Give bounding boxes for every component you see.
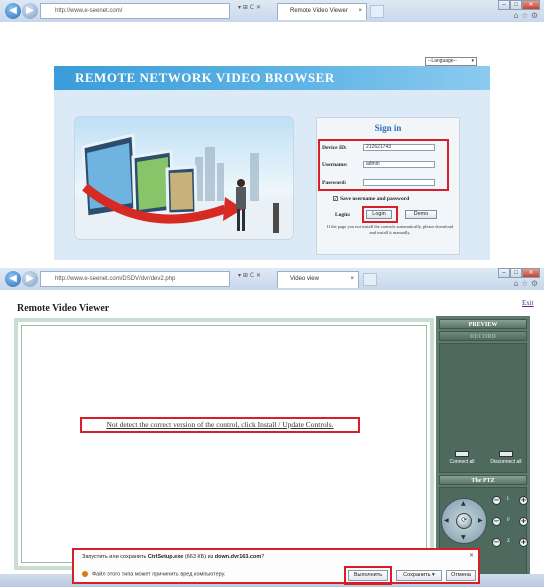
signin-title: Sign in bbox=[374, 123, 402, 133]
video-frame bbox=[21, 325, 427, 563]
tab-video-view[interactable]: Video view × bbox=[277, 271, 359, 288]
credentials-highlight bbox=[318, 139, 449, 191]
demo-button[interactable]: Demo bbox=[405, 210, 437, 219]
tab-close-icon[interactable]: × bbox=[358, 4, 362, 19]
banner-title: REMOTE NETWORK VIDEO BROWSER bbox=[54, 66, 490, 90]
run-highlight bbox=[344, 566, 392, 585]
minimize-button[interactable]: – bbox=[498, 268, 510, 278]
exit-link[interactable]: Exit bbox=[522, 299, 534, 307]
disconnect-all-button[interactable]: Disconnect all bbox=[488, 451, 524, 465]
back-icon[interactable]: ◀ bbox=[5, 271, 21, 287]
new-tab-button[interactable] bbox=[363, 273, 377, 286]
login-label: Login: bbox=[335, 212, 351, 218]
browser-toolbar: ◀ ▶ http://www.e-seenet.com/DSDV/dvr/dev… bbox=[0, 268, 544, 290]
save-credentials-checkbox[interactable]: ✓ bbox=[333, 196, 338, 202]
disconnect-icon bbox=[499, 451, 513, 457]
zoom-plus-icon[interactable]: + bbox=[519, 538, 528, 547]
ptz-right-icon[interactable]: ▶ bbox=[478, 517, 483, 524]
new-tab-button[interactable] bbox=[370, 5, 384, 18]
browser-window-signin: ◀ ▶ http://www.e-seenet.com/ ▾ ⊞ C ✕ Rem… bbox=[0, 0, 544, 268]
save-button[interactable]: Сохранить ▾ bbox=[396, 570, 442, 581]
minimize-button[interactable]: – bbox=[498, 0, 510, 10]
warning-shield-icon bbox=[82, 571, 88, 577]
install-note: If the page you not install the controls… bbox=[326, 224, 454, 235]
address-bar[interactable]: http://www.e-seenet.com/DSDV/dvr/dev2.ph… bbox=[40, 271, 230, 287]
download-question: Запустить или сохранить CtrlSetup.exe (6… bbox=[82, 554, 265, 560]
connect-all-button[interactable]: Connect all bbox=[444, 451, 480, 465]
back-icon[interactable]: ◀ bbox=[5, 3, 21, 19]
address-controls[interactable]: ▾ ⊞ C ✕ bbox=[238, 4, 261, 11]
ptz-up-icon[interactable]: ▲ bbox=[461, 500, 466, 507]
maximize-button[interactable]: □ bbox=[510, 268, 522, 278]
video-viewer-area[interactable] bbox=[14, 318, 434, 570]
page-title: Remote Video Viewer bbox=[17, 303, 110, 314]
home-star-gear-icons[interactable]: ⌂ ☆ ⚙ bbox=[513, 11, 538, 20]
focus-label: F bbox=[507, 518, 510, 523]
iris-plus-icon[interactable]: + bbox=[519, 496, 528, 505]
download-warning: Файл этого типа может причинить вред ком… bbox=[82, 571, 225, 577]
address-bar[interactable]: http://www.e-seenet.com/ bbox=[40, 3, 230, 19]
address-controls[interactable]: ▾ ⊞ C ✕ bbox=[238, 272, 261, 279]
language-select[interactable]: --Language-- ▾ bbox=[425, 57, 477, 66]
ptz-down-icon[interactable]: ▼ bbox=[461, 534, 466, 541]
forward-icon[interactable]: ▶ bbox=[22, 3, 38, 19]
forward-icon[interactable]: ▶ bbox=[22, 271, 38, 287]
close-window-button[interactable]: ✕ bbox=[522, 0, 540, 10]
zoom-label: Z bbox=[507, 539, 511, 544]
cancel-button[interactable]: Отмена bbox=[446, 570, 476, 581]
iris-minus-icon[interactable]: − bbox=[492, 496, 501, 505]
install-controls-link[interactable]: Not detect the correct version of the co… bbox=[80, 417, 360, 433]
ptz-center-icon[interactable]: ⟳ bbox=[456, 513, 472, 529]
maximize-button[interactable]: □ bbox=[510, 0, 522, 10]
zoom-minus-icon[interactable]: − bbox=[492, 538, 501, 547]
focus-minus-icon[interactable]: − bbox=[492, 517, 501, 526]
tab-close-icon[interactable]: × bbox=[350, 272, 354, 287]
connect-icon bbox=[455, 451, 469, 457]
browser-toolbar: ◀ ▶ http://www.e-seenet.com/ ▾ ⊞ C ✕ Rem… bbox=[0, 0, 544, 22]
preview-tab[interactable]: PREVIEW bbox=[439, 319, 527, 329]
ptz-header: The PTZ bbox=[439, 475, 527, 485]
tab-remote-video-viewer[interactable]: Remote Video Viewer × bbox=[277, 3, 367, 20]
login-highlight bbox=[362, 206, 398, 223]
hero-illustration bbox=[74, 116, 294, 240]
ptz-left-icon[interactable]: ◀ bbox=[444, 517, 449, 524]
close-window-button[interactable]: ✕ bbox=[522, 268, 540, 278]
focus-plus-icon[interactable]: + bbox=[519, 517, 528, 526]
home-star-gear-icons[interactable]: ⌂ ☆ ⚙ bbox=[513, 279, 538, 288]
iris-label: I bbox=[507, 497, 509, 502]
save-credentials-row[interactable]: ✓ Save username and password bbox=[333, 196, 409, 202]
close-download-bar-icon[interactable]: ✕ bbox=[469, 552, 474, 559]
download-notification-bar: Запустить или сохранить CtrlSetup.exe (6… bbox=[72, 548, 480, 585]
record-tab[interactable]: RECORD bbox=[439, 331, 527, 341]
